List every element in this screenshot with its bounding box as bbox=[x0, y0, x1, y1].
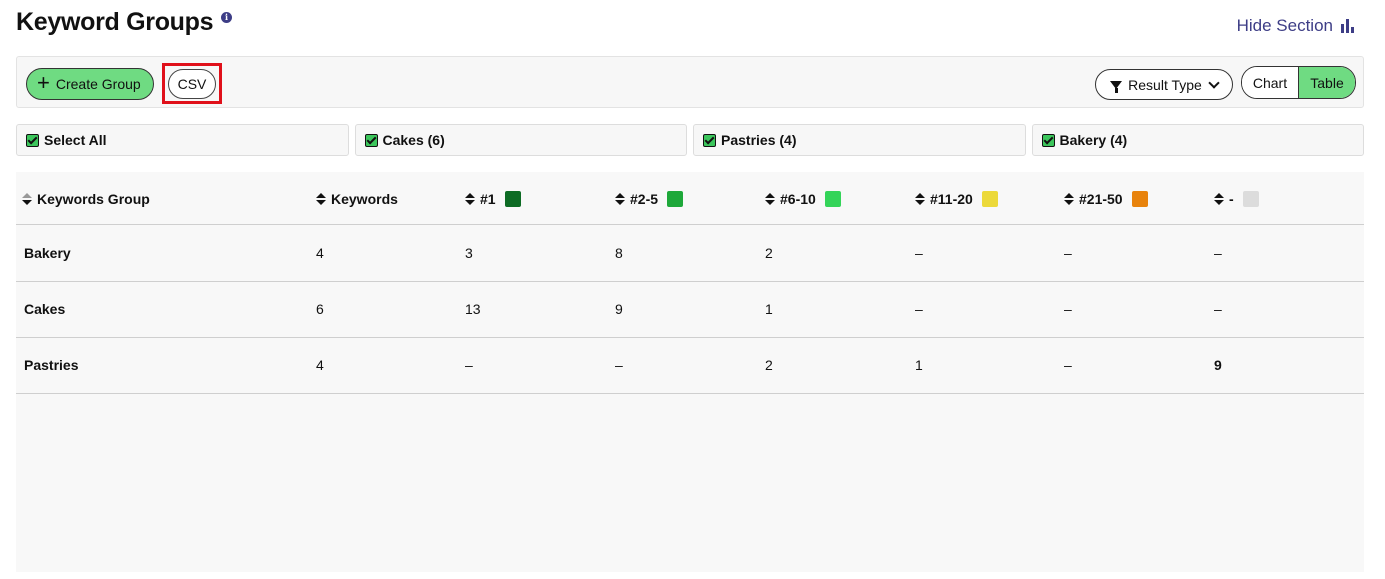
group-filter-bar: Select All Cakes (6) Pastries (4) Bakery… bbox=[16, 124, 1364, 156]
checkbox-checked-icon[interactable] bbox=[703, 133, 716, 147]
color-swatch bbox=[504, 190, 521, 207]
table-cell: 2 bbox=[765, 357, 773, 373]
sort-icon bbox=[1064, 192, 1074, 205]
sort-icon bbox=[615, 192, 625, 205]
table-row[interactable]: Pastries 4 – – 2 1 – 9 bbox=[16, 337, 1364, 394]
table-view-button[interactable]: Table bbox=[1299, 67, 1355, 98]
table-cell: 9 bbox=[1214, 357, 1222, 373]
column-header-label: - bbox=[1229, 190, 1234, 207]
table-cell: 6 bbox=[316, 301, 324, 317]
group-chip-label: Bakery (4) bbox=[1059, 132, 1128, 148]
keyword-groups-table: Keywords Group Keywords #1 #2-5 #6-10 #1… bbox=[16, 172, 1364, 572]
column-header-rank-2-5[interactable]: #2-5 bbox=[615, 172, 684, 225]
column-header-rank-11-20[interactable]: #11-20 bbox=[915, 172, 998, 225]
sort-icon bbox=[465, 192, 475, 205]
color-swatch bbox=[667, 190, 684, 207]
hide-section-button[interactable]: Hide Section bbox=[1237, 16, 1354, 36]
table-cell: – bbox=[465, 357, 473, 373]
checkbox-checked-icon[interactable] bbox=[364, 133, 378, 147]
column-header-rank-6-10[interactable]: #6-10 bbox=[765, 172, 841, 225]
group-chip-pastries[interactable]: Pastries (4) bbox=[693, 124, 1026, 156]
bar-chart-icon bbox=[1341, 19, 1354, 33]
table-cell: 4 bbox=[316, 357, 324, 373]
csv-button[interactable]: CSV bbox=[168, 69, 216, 99]
sort-icon bbox=[915, 192, 925, 205]
plus-icon: + bbox=[37, 70, 50, 95]
chart-view-button[interactable]: Chart bbox=[1242, 67, 1299, 98]
table-cell: 2 bbox=[765, 245, 773, 261]
sort-icon bbox=[316, 192, 326, 205]
group-chip-select-all[interactable]: Select All bbox=[16, 124, 349, 156]
table-cell: 1 bbox=[765, 301, 773, 317]
table-header: Keywords Group Keywords #1 #2-5 #6-10 #1… bbox=[16, 172, 1364, 225]
toolbar: + Create Group CSV Result Type Chart Tab… bbox=[16, 56, 1364, 108]
column-header-unranked[interactable]: - bbox=[1214, 172, 1259, 225]
table-cell: – bbox=[615, 357, 623, 373]
table-cell: 8 bbox=[615, 245, 623, 261]
table-cell: 3 bbox=[465, 245, 473, 261]
page-title: Keyword Groups bbox=[16, 8, 214, 36]
color-swatch bbox=[1242, 190, 1259, 207]
column-header-label: #2-5 bbox=[630, 190, 659, 207]
column-header-keywords-group[interactable]: Keywords Group bbox=[22, 172, 150, 225]
column-header-label: Keywords Group bbox=[37, 190, 150, 207]
table-cell: – bbox=[1064, 357, 1072, 373]
table-cell: 4 bbox=[316, 245, 324, 261]
create-group-button[interactable]: + Create Group bbox=[26, 68, 154, 100]
column-header-label: #6-10 bbox=[780, 190, 816, 207]
column-header-label: #1 bbox=[480, 190, 496, 207]
group-chip-bakery[interactable]: Bakery (4) bbox=[1031, 124, 1364, 156]
table-cell: – bbox=[915, 301, 923, 317]
column-header-rank-21-50[interactable]: #21-50 bbox=[1064, 172, 1148, 225]
table-cell: – bbox=[1214, 245, 1222, 261]
table-cell: 9 bbox=[615, 301, 623, 317]
color-swatch bbox=[824, 190, 841, 207]
checkbox-checked-icon[interactable] bbox=[1041, 133, 1055, 147]
table-row[interactable]: Bakery 4 3 8 2 – – – bbox=[16, 225, 1364, 282]
table-cell: 13 bbox=[465, 301, 481, 317]
color-swatch bbox=[1131, 190, 1148, 207]
group-chip-label: Cakes (6) bbox=[382, 132, 445, 148]
table-cell: – bbox=[1214, 301, 1222, 317]
group-chip-cakes[interactable]: Cakes (6) bbox=[354, 124, 687, 156]
table-cell: 1 bbox=[915, 357, 923, 373]
group-name-cell[interactable]: Bakery bbox=[24, 225, 71, 281]
table-cell: – bbox=[1064, 245, 1072, 261]
hide-section-label: Hide Section bbox=[1236, 16, 1333, 35]
group-name-cell[interactable]: Pastries bbox=[24, 337, 78, 393]
chevron-down-icon bbox=[1208, 76, 1220, 89]
color-swatch bbox=[981, 190, 998, 207]
table-row[interactable]: Cakes 6 13 9 1 – – – bbox=[16, 281, 1364, 338]
filter-icon bbox=[1110, 80, 1123, 93]
create-group-label: Create Group bbox=[55, 76, 141, 92]
sort-icon bbox=[22, 192, 32, 205]
group-name-cell[interactable]: Cakes bbox=[24, 281, 65, 337]
view-toggle: Chart Table bbox=[1241, 66, 1356, 99]
result-type-label: Result Type bbox=[1128, 76, 1202, 93]
table-cell: – bbox=[915, 245, 923, 261]
result-type-dropdown[interactable]: Result Type bbox=[1095, 69, 1233, 100]
group-chip-label: Select All bbox=[44, 132, 107, 148]
column-header-label: #21-50 bbox=[1079, 190, 1123, 207]
table-cell: – bbox=[1064, 301, 1072, 317]
sort-icon bbox=[765, 192, 775, 205]
column-header-label: Keywords bbox=[331, 190, 398, 207]
column-header-keywords[interactable]: Keywords bbox=[316, 172, 398, 225]
column-header-label: #11-20 bbox=[930, 190, 973, 207]
column-header-rank-1[interactable]: #1 bbox=[465, 172, 521, 225]
section-header: Keyword Groups i Hide Section bbox=[16, 8, 1364, 42]
sort-icon bbox=[1214, 192, 1224, 205]
info-icon[interactable]: i bbox=[221, 12, 232, 23]
checkbox-checked-icon[interactable] bbox=[26, 133, 39, 147]
group-chip-label: Pastries (4) bbox=[721, 132, 797, 148]
